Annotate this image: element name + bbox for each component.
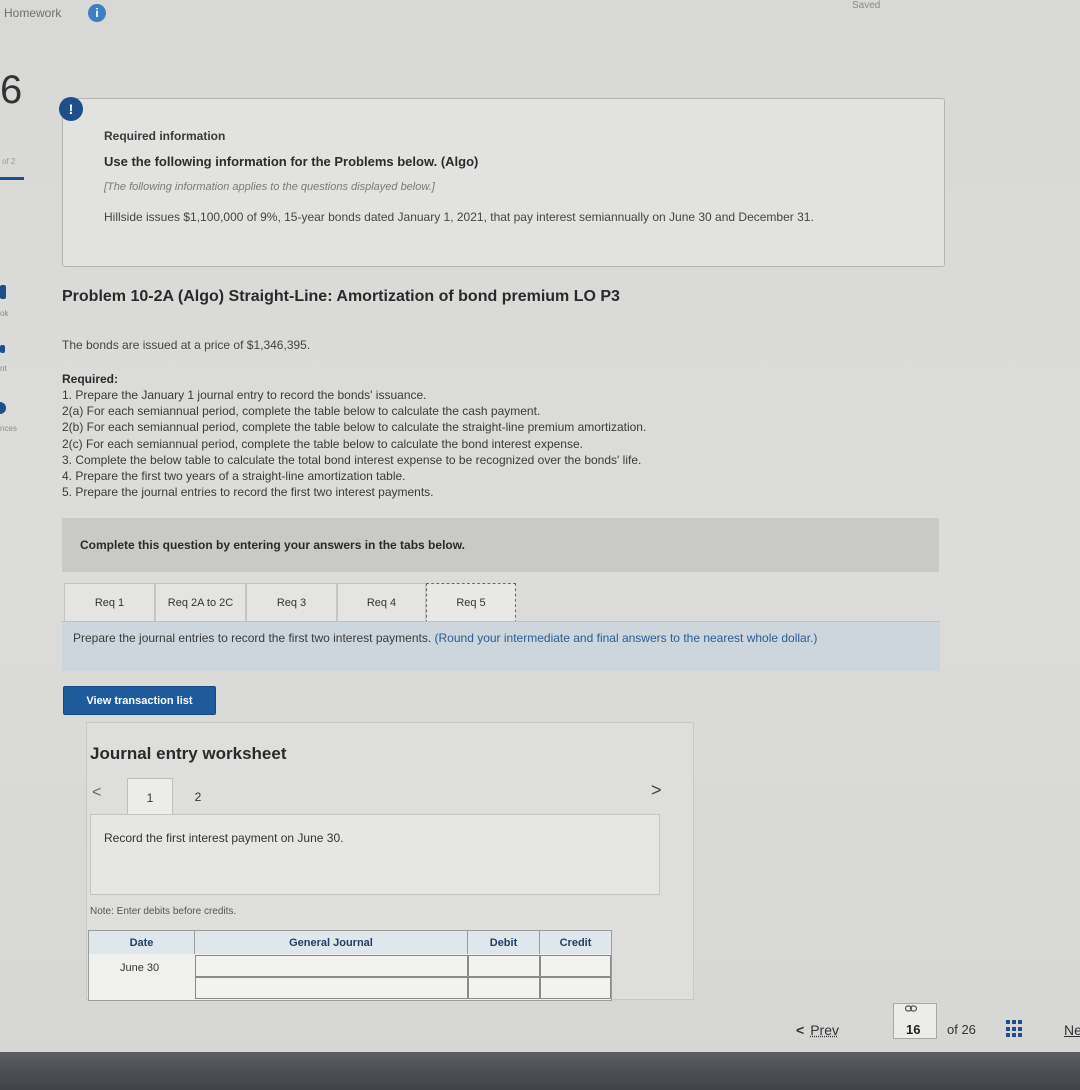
use-info-line: Use the following information for the Pr…	[104, 154, 479, 169]
row-2-account-input[interactable]	[195, 977, 468, 999]
tab-req-5[interactable]: Req 5	[426, 583, 516, 623]
requirements-list: 1. Prepare the January 1 journal entry t…	[62, 387, 852, 500]
record-instruction-text: Record the first interest payment on Jun…	[104, 831, 344, 845]
requirement-item: 2(b) For each semiannual period, complet…	[62, 420, 647, 435]
column-header-credit: Credit	[540, 931, 611, 954]
required-info-title: Required information	[104, 129, 226, 143]
alert-icon: !	[59, 97, 83, 121]
requirement-item: 4. Prepare the first two years of a stra…	[62, 469, 406, 484]
info-note: [The following information applies to th…	[104, 181, 435, 193]
requirement-item: 3. Complete the below table to calculate…	[62, 452, 642, 467]
record-instruction-box	[90, 814, 660, 895]
row-2-debit-input[interactable]	[468, 977, 540, 999]
part-underline	[0, 177, 24, 180]
row-1-debit-input[interactable]	[468, 955, 540, 977]
column-header-general-journal: General Journal	[195, 931, 468, 954]
print-icon[interactable]	[0, 345, 5, 353]
column-header-date: Date	[89, 931, 195, 954]
row-1-account-input[interactable]	[195, 955, 468, 977]
problem-title: Problem 10-2A (Algo) Straight-Line: Amor…	[62, 288, 620, 305]
issued-price-text: The bonds are issued at a price of $1,34…	[62, 338, 311, 352]
requirement-item: 1. Prepare the January 1 journal entry t…	[62, 388, 427, 402]
requirement-item: 2(a) For each semiannual period, complet…	[62, 404, 541, 419]
ebook-icon[interactable]	[0, 285, 6, 299]
tab-req-3[interactable]: Req 3	[246, 583, 337, 623]
instruction-main: Prepare the journal entries to record th…	[73, 631, 432, 645]
chevron-right-icon[interactable]: >	[651, 780, 662, 801]
instruction-rounding-note: (Round your intermediate and final answe…	[434, 631, 818, 645]
bottom-bezel	[0, 1052, 1080, 1090]
prev-button[interactable]: < Prev	[796, 1022, 839, 1038]
part-count: of 2	[2, 157, 16, 166]
sidebar-label-ebook[interactable]: ok	[0, 309, 8, 318]
required-label: Required:	[62, 372, 119, 386]
sidebar-label-print[interactable]: nt	[0, 364, 7, 373]
row-1-date: June 30	[120, 962, 160, 974]
row-2-credit-input[interactable]	[540, 977, 611, 999]
instruction-text: Prepare the journal entries to record th…	[73, 631, 923, 645]
requirement-item: 5. Prepare the journal entries to record…	[62, 485, 434, 500]
chevron-left-icon[interactable]: <	[92, 784, 101, 802]
requirement-item: 2(c) For each semiannual period, complet…	[62, 436, 583, 451]
homework-title: Homework	[4, 6, 62, 20]
tab-req-1[interactable]: Req 1	[64, 583, 155, 623]
info-icon[interactable]: i	[88, 4, 106, 22]
worksheet-page-2[interactable]: 2	[178, 778, 218, 816]
page-total: of 26	[947, 1022, 976, 1037]
row-1-credit-input[interactable]	[540, 955, 611, 977]
chevron-left-icon: <	[796, 1022, 805, 1038]
view-transaction-list-button[interactable]: View transaction list	[63, 686, 216, 715]
info-body: Hillside issues $1,100,000 of 9%, 15-yea…	[104, 210, 814, 224]
tab-req-2a-to-2c[interactable]: Req 2A to 2C	[155, 583, 246, 623]
sidebar-label-references[interactable]: nces	[0, 424, 17, 433]
references-icon[interactable]	[0, 402, 6, 414]
grid-icon[interactable]	[1006, 1020, 1024, 1038]
tab-req-4[interactable]: Req 4	[337, 583, 426, 623]
worksheet-page-1[interactable]: 1	[127, 778, 173, 816]
saved-status: Saved	[852, 0, 881, 11]
worksheet-title: Journal entry worksheet	[90, 744, 287, 763]
column-header-debit: Debit	[468, 931, 540, 954]
prev-label: Prev	[810, 1022, 839, 1038]
complete-question-text: Complete this question by entering your …	[80, 538, 465, 552]
row-2-date	[89, 978, 195, 1000]
question-number: 6	[0, 68, 23, 112]
next-button[interactable]: Ne	[1064, 1022, 1080, 1038]
current-page-number: 16	[906, 1022, 921, 1037]
instruction-box	[62, 621, 940, 671]
debit-credit-note: Note: Enter debits before credits.	[90, 906, 237, 917]
link-icon	[904, 1004, 918, 1017]
